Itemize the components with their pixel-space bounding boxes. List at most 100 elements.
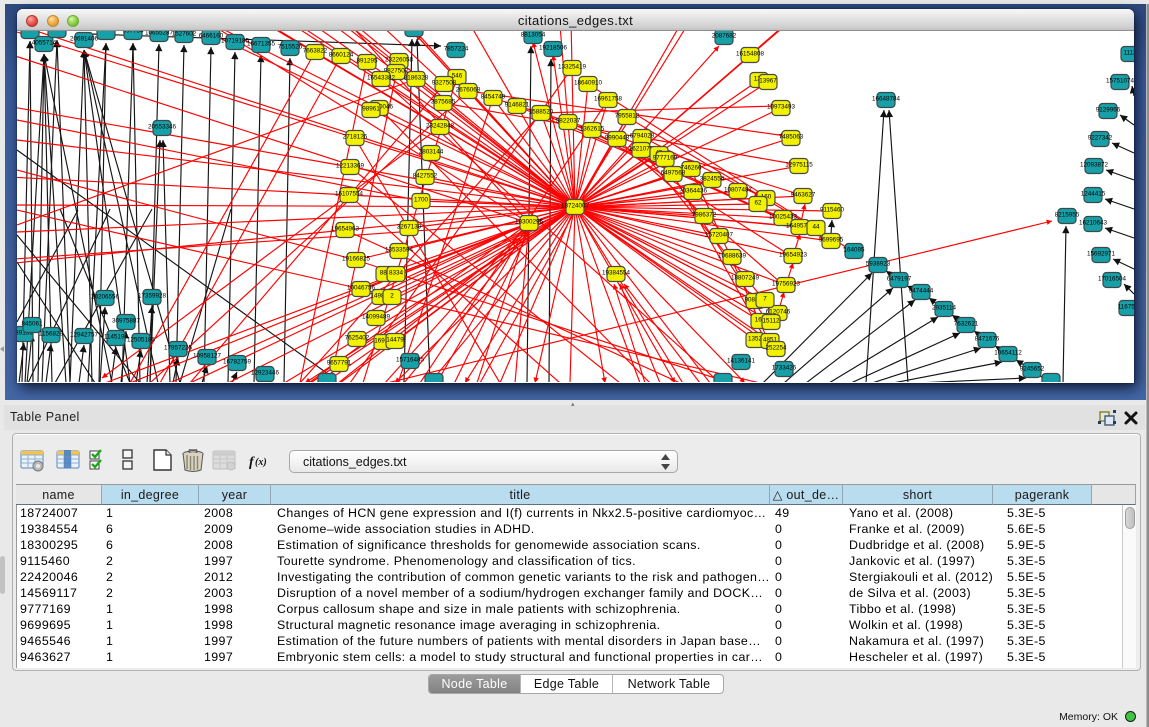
svg-text:7857224: 7857224 <box>444 46 469 53</box>
svg-text:13325419: 13325419 <box>558 64 587 71</box>
svg-text:16210643: 16210643 <box>1079 220 1108 227</box>
svg-text:16033809: 16033809 <box>400 31 429 32</box>
svg-text:19756923: 19756923 <box>772 281 801 288</box>
svg-text:12975115: 12975115 <box>785 162 813 169</box>
svg-text:8454749: 8454749 <box>481 94 506 101</box>
svg-text:1733426: 1733426 <box>772 365 797 372</box>
svg-text:8471676: 8471676 <box>975 336 1000 343</box>
svg-text:1352: 1352 <box>748 336 763 343</box>
svg-text:10807487: 10807487 <box>724 187 753 194</box>
svg-text:12213369: 12213369 <box>336 163 365 170</box>
svg-text:12942757: 12942757 <box>70 332 99 339</box>
svg-text:3824554: 3824554 <box>700 176 725 183</box>
svg-text:164095: 164095 <box>843 247 865 254</box>
svg-text:8186328: 8186328 <box>404 75 429 82</box>
svg-text:9115460: 9115460 <box>820 207 845 214</box>
svg-text:7625402: 7625402 <box>345 335 370 342</box>
svg-text:15716485: 15716485 <box>396 357 425 364</box>
svg-text:10046756: 10046756 <box>347 285 376 292</box>
svg-text:19166825: 19166825 <box>342 256 371 263</box>
svg-text:20691406: 20691406 <box>70 36 99 43</box>
svg-text:18300295: 18300295 <box>515 219 544 226</box>
svg-text:7: 7 <box>763 296 767 303</box>
svg-text:16154808: 16154808 <box>736 51 765 58</box>
svg-text:9657791: 9657791 <box>327 360 352 367</box>
svg-text:4055714: 4055714 <box>32 40 57 47</box>
svg-text:7485063: 7485063 <box>779 134 804 141</box>
svg-text:8334: 8334 <box>389 270 404 277</box>
svg-text:13533594: 13533594 <box>385 247 414 254</box>
svg-text:891295: 891295 <box>356 58 378 65</box>
svg-text:9227342: 9227342 <box>1088 135 1113 142</box>
svg-text:15112: 15112 <box>762 318 780 325</box>
svg-text:8215955: 8215955 <box>1055 212 1080 219</box>
svg-text:16543382: 16543382 <box>367 75 396 82</box>
svg-text:9474444: 9474444 <box>909 288 934 295</box>
svg-text:44: 44 <box>812 224 820 231</box>
svg-text:116753: 116753 <box>1118 304 1134 311</box>
svg-text:23226058: 23226058 <box>385 57 414 64</box>
svg-text:7986372: 7986372 <box>692 212 717 219</box>
svg-text:10654112: 10654112 <box>994 350 1022 357</box>
svg-text:18807249: 18807249 <box>731 275 760 282</box>
svg-text:9129966: 9129966 <box>1096 107 1121 114</box>
svg-text:6497568: 6497568 <box>661 170 686 177</box>
svg-text:1145194: 1145194 <box>104 334 129 341</box>
svg-text:252254: 252254 <box>765 345 787 352</box>
svg-text:14479: 14479 <box>386 337 404 344</box>
svg-text:20364436: 20364436 <box>679 188 708 195</box>
svg-text:23242848: 23242848 <box>426 123 455 130</box>
svg-text:62: 62 <box>754 200 762 207</box>
svg-text:19654963: 19654963 <box>331 226 360 233</box>
svg-text:17957225: 17957225 <box>164 345 193 352</box>
svg-text:17359928: 17359928 <box>138 293 167 300</box>
svg-text:9146821: 9146821 <box>505 102 530 109</box>
svg-text:9327508: 9327508 <box>432 80 457 87</box>
svg-text:12505185: 12505185 <box>127 337 156 344</box>
svg-text:2: 2 <box>390 293 394 300</box>
svg-text:8990448: 8990448 <box>605 135 630 142</box>
svg-text:14136141: 14136141 <box>727 358 756 365</box>
svg-text:10688639: 10688639 <box>718 253 747 260</box>
svg-text:9777169: 9777169 <box>653 155 678 162</box>
svg-text:16107554: 16107554 <box>335 191 364 198</box>
svg-text:3875685: 3875685 <box>431 99 456 106</box>
svg-text:8427552: 8427552 <box>413 173 438 180</box>
svg-text:16671355: 16671355 <box>247 41 276 48</box>
svg-text:9699695: 9699695 <box>819 237 844 244</box>
svg-text:1112: 1112 <box>1123 50 1134 57</box>
svg-text:18640910: 18640910 <box>574 80 603 87</box>
svg-text:8813054: 8813054 <box>521 32 546 39</box>
svg-text:1244415: 1244415 <box>1081 191 1106 198</box>
svg-text:9463627: 9463627 <box>791 192 816 199</box>
svg-text:6794028: 6794028 <box>630 133 655 140</box>
svg-text:1527602: 1527602 <box>172 31 197 38</box>
svg-text:19654923: 19654923 <box>779 252 808 259</box>
svg-text:1362615: 1362615 <box>580 126 605 133</box>
svg-text:16648784: 16648784 <box>872 96 901 103</box>
svg-text:10655287: 10655287 <box>145 31 174 37</box>
svg-text:5938923: 5938923 <box>866 261 891 268</box>
svg-text:7663822: 7663822 <box>303 48 328 55</box>
svg-text:(x): (x) <box>255 457 267 468</box>
svg-text:845061: 845061 <box>21 321 43 328</box>
svg-text:16782759: 16782759 <box>223 359 252 366</box>
svg-text:2718126: 2718126 <box>343 134 368 141</box>
svg-text:15751074: 15751074 <box>1106 78 1134 85</box>
svg-text:14099489: 14099489 <box>362 314 391 321</box>
svg-text:20206556: 20206556 <box>91 294 120 301</box>
svg-text:997734: 997734 <box>122 31 144 35</box>
svg-text:15720407: 15720407 <box>705 232 734 239</box>
svg-text:2087682: 2087682 <box>712 33 737 40</box>
svg-text:30975887: 30975887 <box>112 318 141 325</box>
svg-text:12923446: 12923446 <box>251 370 280 377</box>
svg-text:9245652: 9245652 <box>1020 366 1045 373</box>
svg-text:15692971: 15692971 <box>1087 251 1116 258</box>
svg-text:2803144: 2803144 <box>419 149 444 156</box>
svg-text:10958127: 10958127 <box>193 353 222 360</box>
svg-text:2676068: 2676068 <box>456 87 481 94</box>
svg-text:19384554: 19384554 <box>602 270 631 277</box>
svg-text:12093872: 12093872 <box>1080 162 1109 169</box>
svg-text:16961758: 16961758 <box>594 96 623 103</box>
svg-text:7955812: 7955812 <box>615 113 640 120</box>
